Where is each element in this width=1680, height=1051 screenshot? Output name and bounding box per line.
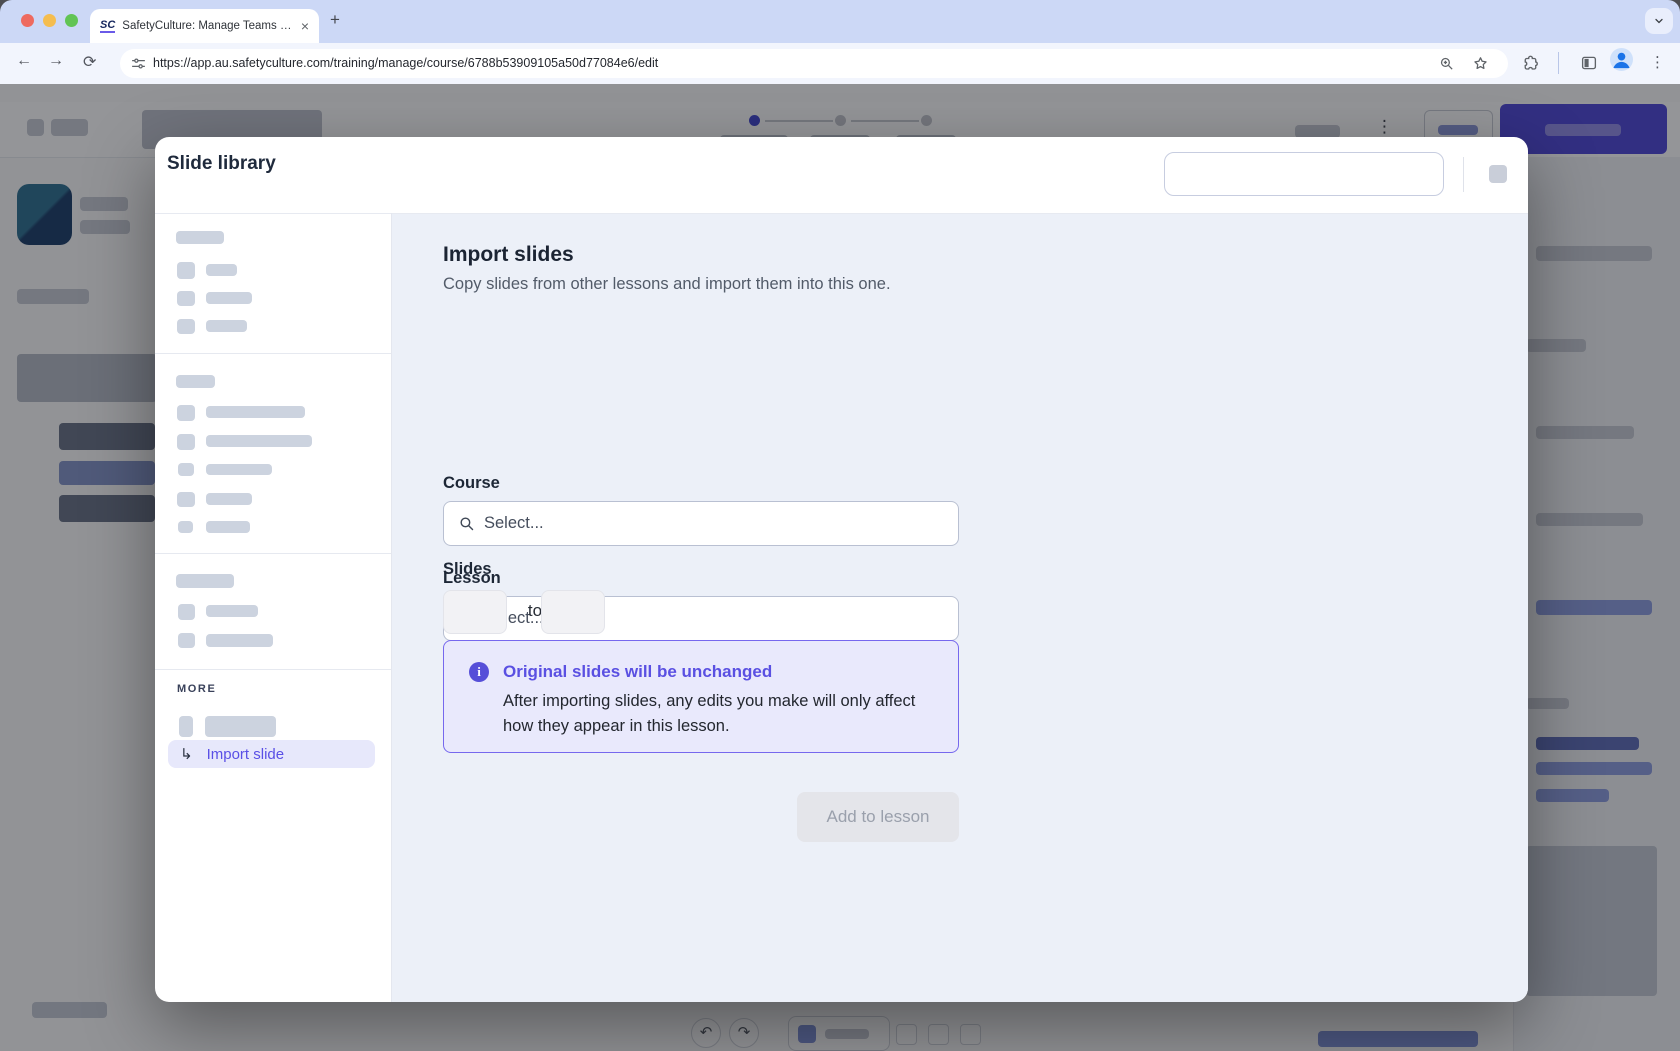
slide-library-modal: Slide library MORE ↳ Import slide Import… [155,137,1528,1002]
modal-title: Slide library [167,153,276,174]
import-slide-label: Import slide [206,745,285,763]
slide-library-search-input[interactable] [1164,152,1444,196]
url-text: https://app.au.safetyculture.com/trainin… [153,56,659,70]
slides-label: Slides [443,560,492,578]
window-close-button[interactable] [21,14,34,27]
close-button-placeholder-icon[interactable] [1489,165,1507,183]
screen: SC SafetyCulture: Manage Teams and... × … [0,0,1680,1051]
person-icon [1613,52,1630,69]
new-tab-button[interactable]: + [330,10,340,30]
course-select-placeholder: Select... [484,514,544,532]
import-arrow-icon: ↳ [180,746,193,763]
sidebar-more-label: MORE [177,683,217,695]
tab-search-button[interactable] [1645,8,1673,34]
slides-from-input[interactable] [443,590,507,634]
slides-to-input[interactable] [541,590,605,634]
sidebar-border [391,213,392,1002]
import-slides-heading: Import slides [443,243,574,266]
zoom-icon[interactable] [1438,55,1455,72]
browser-tab[interactable]: SC SafetyCulture: Manage Teams and... × [90,9,319,43]
info-body: After importing slides, any edits you ma… [503,692,916,735]
forward-button[interactable]: → [48,52,64,70]
tab-title: SafetyCulture: Manage Teams and... [122,20,295,32]
header-divider [1463,157,1464,192]
info-icon: i [469,662,489,682]
info-title: Original slides will be unchanged [503,662,773,681]
chevron-down-icon [1655,18,1663,24]
browser-window: SC SafetyCulture: Manage Teams and... × … [0,0,1680,1051]
sidebar-skeleton [179,716,193,737]
tab-close-icon[interactable]: × [301,18,309,34]
add-to-lesson-button[interactable]: Add to lesson [797,792,959,842]
window-minimize-button[interactable] [43,14,56,27]
tab-strip: SC SafetyCulture: Manage Teams and... × … [0,0,1680,43]
browser-menu-kebab[interactable]: ⋮ [1650,53,1665,71]
window-zoom-button[interactable] [65,14,78,27]
profile-avatar[interactable] [1610,48,1633,71]
sidebar-skeleton [205,716,276,737]
reload-button[interactable]: ⟳ [83,52,96,72]
info-banner: i Original slides will be unchanged Afte… [443,640,959,753]
extensions-icon[interactable] [1523,54,1541,72]
back-button[interactable]: ← [16,52,32,70]
course-select[interactable]: Select... [443,501,959,546]
side-panel-icon[interactable] [1580,54,1598,72]
sidebar-item-import-slide[interactable]: ↳ Import slide [168,740,375,768]
toolbar-divider [1558,52,1559,74]
import-slides-subheading: Copy slides from other lessons and impor… [443,275,891,293]
course-label: Course [443,474,500,492]
bookmark-star-icon[interactable] [1472,55,1489,72]
search-icon [460,517,474,531]
address-bar[interactable]: https://app.au.safetyculture.com/trainin… [120,49,1508,78]
safetyculture-favicon: SC [100,19,116,33]
browser-toolbar: ← → ⟳ https://app.au.safetyculture.com/t… [0,43,1680,84]
site-settings-icon[interactable] [130,55,147,72]
